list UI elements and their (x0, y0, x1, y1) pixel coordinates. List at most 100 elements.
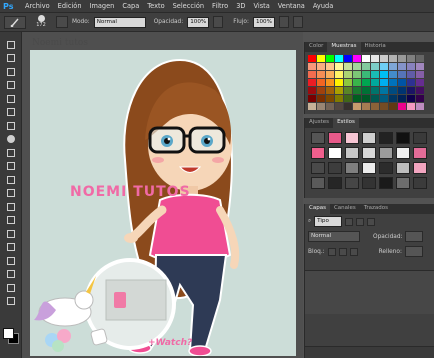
swatch[interactable] (344, 79, 352, 86)
style-preset[interactable] (379, 147, 393, 159)
swatch[interactable] (317, 63, 325, 70)
filter-pixel-icon[interactable] (345, 217, 354, 226)
swatch[interactable] (416, 71, 424, 78)
swatch[interactable] (362, 71, 370, 78)
swatch[interactable] (362, 95, 370, 102)
swatch[interactable] (407, 55, 415, 62)
pen-tool-icon[interactable] (4, 227, 17, 240)
filter-text-icon[interactable] (367, 217, 376, 226)
swatch[interactable] (362, 87, 370, 94)
zoom-tool-icon[interactable] (4, 295, 17, 308)
swatch[interactable] (380, 95, 388, 102)
tab-capas[interactable]: Capas (305, 204, 330, 214)
swatch[interactable] (416, 55, 424, 62)
style-preset[interactable] (328, 162, 342, 174)
move-tool-icon[interactable] (4, 38, 17, 51)
swatch[interactable] (326, 87, 334, 94)
style-preset[interactable] (396, 177, 410, 189)
swatch[interactable] (353, 55, 361, 62)
hand-tool-icon[interactable] (4, 281, 17, 294)
swatch[interactable] (353, 79, 361, 86)
swatch[interactable] (326, 55, 334, 62)
style-preset[interactable] (328, 147, 342, 159)
swatch[interactable] (335, 71, 343, 78)
swatch[interactable] (407, 103, 415, 110)
swatch[interactable] (407, 71, 415, 78)
lock-pixels-icon[interactable] (327, 247, 336, 256)
brush-panel-toggle-icon[interactable] (56, 16, 68, 28)
brush-size-picker[interactable]: 172 (30, 14, 52, 30)
layer-kind-select[interactable]: Tipo (314, 216, 343, 227)
swatch[interactable] (398, 71, 406, 78)
style-preset[interactable] (345, 162, 359, 174)
menu-10[interactable]: Ayuda (309, 2, 337, 10)
swatch[interactable] (344, 55, 352, 62)
swatch[interactable] (353, 63, 361, 70)
swatch[interactable] (362, 103, 370, 110)
swatch[interactable] (344, 63, 352, 70)
style-preset[interactable] (413, 132, 427, 144)
swatch[interactable] (389, 95, 397, 102)
style-preset[interactable] (362, 177, 376, 189)
gradient-tool-icon[interactable] (4, 187, 17, 200)
swatch[interactable] (407, 87, 415, 94)
shape-tool-icon[interactable] (4, 268, 17, 281)
style-preset[interactable] (396, 132, 410, 144)
swatch[interactable] (317, 87, 325, 94)
eyedropper-tool-icon[interactable] (4, 106, 17, 119)
tab-estilos[interactable]: Estilos (333, 118, 359, 128)
swatch[interactable] (344, 95, 352, 102)
history-brush-tool-icon[interactable] (4, 160, 17, 173)
swatch[interactable] (308, 71, 316, 78)
menu-5[interactable]: Selección (169, 2, 208, 10)
swatch[interactable] (380, 79, 388, 86)
menu-1[interactable]: Edición (54, 2, 86, 10)
opacity-field[interactable]: 100% (187, 16, 210, 28)
swatch[interactable] (326, 71, 334, 78)
swatch[interactable] (335, 79, 343, 86)
style-preset[interactable] (345, 132, 359, 144)
swatch[interactable] (362, 63, 370, 70)
style-preset[interactable] (413, 177, 427, 189)
swatch[interactable] (308, 87, 316, 94)
marquee-tool-icon[interactable] (4, 52, 17, 65)
swatch[interactable] (308, 79, 316, 86)
swatch[interactable] (317, 71, 325, 78)
swatch[interactable] (317, 95, 325, 102)
style-preset[interactable] (379, 177, 393, 189)
style-preset[interactable] (311, 147, 325, 159)
foreground-color-swatch[interactable] (3, 328, 14, 339)
lock-position-icon[interactable] (338, 247, 347, 256)
menu-8[interactable]: Vista (250, 2, 274, 10)
swatch[interactable] (380, 103, 388, 110)
style-preset[interactable] (362, 162, 376, 174)
style-preset[interactable] (311, 132, 325, 144)
swatch[interactable] (371, 103, 379, 110)
swatch[interactable] (326, 103, 334, 110)
tab-trazados[interactable]: Trazados (360, 204, 392, 214)
layer-blend-select[interactable]: Normal (308, 231, 360, 242)
swatch[interactable] (308, 95, 316, 102)
style-preset[interactable] (345, 147, 359, 159)
style-preset[interactable] (311, 162, 325, 174)
layer-opacity-field[interactable] (405, 231, 424, 242)
swatch[interactable] (389, 87, 397, 94)
swatch[interactable] (371, 71, 379, 78)
swatch[interactable] (317, 103, 325, 110)
fill-field[interactable] (404, 246, 423, 257)
swatch[interactable] (371, 95, 379, 102)
style-preset[interactable] (413, 162, 427, 174)
swatch[interactable] (371, 63, 379, 70)
swatch[interactable] (317, 55, 325, 62)
swatch[interactable] (353, 71, 361, 78)
menu-6[interactable]: Filtro (208, 2, 232, 10)
swatch[interactable] (389, 63, 397, 70)
swatch[interactable] (353, 87, 361, 94)
style-preset[interactable] (379, 162, 393, 174)
swatch[interactable] (398, 87, 406, 94)
menu-3[interactable]: Capa (118, 2, 143, 10)
swatch[interactable] (380, 63, 388, 70)
swatch[interactable] (353, 95, 361, 102)
swatch[interactable] (371, 87, 379, 94)
swatch[interactable] (407, 63, 415, 70)
